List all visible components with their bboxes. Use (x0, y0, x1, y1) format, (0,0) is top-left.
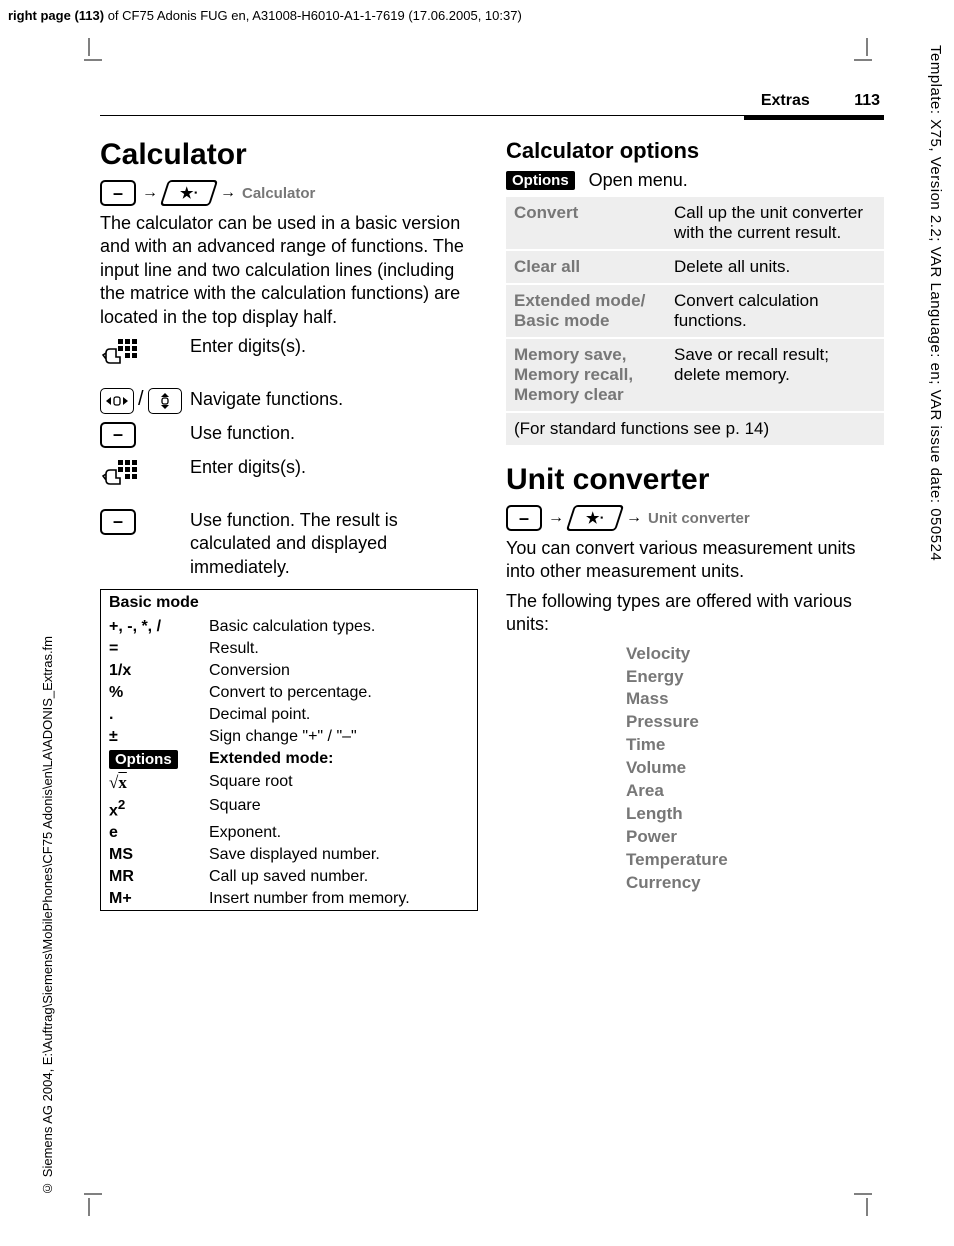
page-header-bold: right page (113) (8, 8, 104, 23)
slash: / (136, 388, 146, 411)
softkey-icon: – (100, 422, 136, 448)
op-key: √x (109, 773, 209, 793)
op-desc: Sign change "+" / "–" (209, 728, 469, 746)
op-desc: Decimal point. (209, 706, 469, 724)
op-key: MS (109, 846, 209, 864)
extras-menu-icon: ★ᐧ (160, 180, 218, 206)
op-desc: Exponent. (209, 824, 469, 842)
unit-item: Length (626, 803, 884, 826)
op-key: e (109, 824, 209, 842)
unit-type-list: Velocity Energy Mass Pressure Time Volum… (626, 643, 884, 895)
options-pill: Options (109, 750, 178, 769)
keypad-icon (100, 335, 140, 380)
softkey-icon: – (100, 509, 136, 535)
op-desc: Call up saved number. (209, 868, 469, 886)
options-pill: Options (506, 171, 575, 190)
step-text: Use function. (190, 422, 295, 445)
step-text: Enter digits(s). (190, 335, 306, 358)
op-desc: Save displayed number. (209, 846, 469, 864)
nav-vertical-icon (148, 388, 182, 414)
op-desc: Square root (209, 773, 469, 793)
softkey-icon: – (506, 505, 542, 531)
page-header: right page (113) of CF75 Adonis FUG en, … (8, 8, 522, 23)
unit-item: Velocity (626, 643, 884, 666)
section-name: Extras (761, 92, 810, 109)
op-desc: Convert to percentage. (209, 684, 469, 702)
nav-horizontal-icon (100, 388, 134, 414)
unit-item: Power (626, 826, 884, 849)
keypad-icon (100, 456, 140, 501)
arrow-icon: → (626, 509, 642, 527)
arrow-icon: → (548, 509, 564, 527)
basic-mode-table: Basic mode +, -, *, /Basic calculation t… (100, 589, 478, 911)
op-desc: Conversion (209, 662, 469, 680)
nav-path: – → ★ᐧ → Calculator (100, 180, 478, 206)
options-table: ConvertCall up the unit converter with t… (506, 197, 884, 445)
op-key: M+ (109, 890, 209, 908)
arrow-icon: → (142, 184, 158, 202)
nav-target: Unit converter (648, 510, 750, 527)
opt-desc: Convert calculation functions. (666, 285, 884, 339)
copyright-path: © Siemens AG 2004, E:\Auftrag\Siemens\Mo… (40, 636, 55, 1196)
basic-mode-header: Basic mode (101, 590, 477, 616)
crop-mark-icon (76, 38, 102, 64)
op-desc: Result. (209, 640, 469, 658)
opt-desc: Save or recall result; delete memory. (666, 339, 884, 413)
unit-item: Pressure (626, 711, 884, 734)
page-header-rest: of CF75 Adonis FUG en, A31008-H6010-A1-1… (104, 8, 522, 23)
unit-item: Volume (626, 757, 884, 780)
opt-key: Convert (506, 197, 666, 251)
softkey-icon: – (100, 180, 136, 206)
op-key: ± (109, 728, 209, 746)
page-number: 113 (854, 92, 880, 109)
op-key: +, -, *, / (109, 618, 209, 636)
crop-mark-icon (76, 1190, 102, 1216)
calculator-intro: The calculator can be used in a basic ve… (100, 212, 478, 329)
op-key: 1/x (109, 662, 209, 680)
crop-mark-icon (854, 1190, 880, 1216)
unit-item: Time (626, 734, 884, 757)
step-text: Enter digits(s). (190, 456, 306, 479)
unit-item: Area (626, 780, 884, 803)
extras-menu-icon: ★ᐧ (566, 505, 624, 531)
opt-key: Clear all (506, 251, 666, 285)
running-header: Extras 113 (580, 92, 880, 110)
op-key: x2 (109, 797, 209, 820)
op-desc: Basic calculation types. (209, 618, 469, 636)
right-column: Calculator options Options Open menu. Co… (506, 138, 884, 911)
unit-intro-2: The following types are offered with var… (506, 590, 884, 637)
crop-mark-icon (854, 38, 880, 64)
step-text: Use function. The result is calculated a… (190, 509, 478, 579)
extended-mode-label: Extended mode: (209, 750, 469, 769)
unit-item: Mass (626, 688, 884, 711)
op-key: . (109, 706, 209, 724)
arrow-icon: → (220, 184, 236, 202)
op-key: % (109, 684, 209, 702)
opt-key: Extended mode/ Basic mode (506, 285, 666, 339)
opt-desc: Call up the unit converter with the curr… (666, 197, 884, 251)
op-key: MR (109, 868, 209, 886)
opt-key: Memory save, Memory recall, Memory clear (506, 339, 666, 413)
calc-options-title: Calculator options (506, 138, 884, 164)
left-column: Calculator – → ★ᐧ → Calculator The calcu… (100, 138, 478, 911)
nav-target: Calculator (242, 185, 315, 202)
op-key: = (109, 640, 209, 658)
opt-desc: Delete all units. (666, 251, 884, 285)
calculator-title: Calculator (100, 138, 478, 172)
template-info: Template: X75, Version 2.2; VAR Language… (927, 45, 944, 561)
nav-path: – → ★ᐧ → Unit converter (506, 505, 884, 531)
op-desc: Square (209, 797, 469, 820)
options-footer: (For standard functions see p. 14) (506, 413, 884, 445)
open-menu-text: Open menu. (589, 170, 688, 191)
unit-converter-title: Unit converter (506, 463, 884, 497)
unit-item: Currency (626, 872, 884, 895)
op-desc: Insert number from memory. (209, 890, 469, 908)
header-rule-thick (744, 115, 884, 120)
unit-item: Energy (626, 666, 884, 689)
unit-intro-1: You can convert various measurement unit… (506, 537, 884, 584)
unit-item: Temperature (626, 849, 884, 872)
step-text: Navigate functions. (190, 388, 343, 411)
